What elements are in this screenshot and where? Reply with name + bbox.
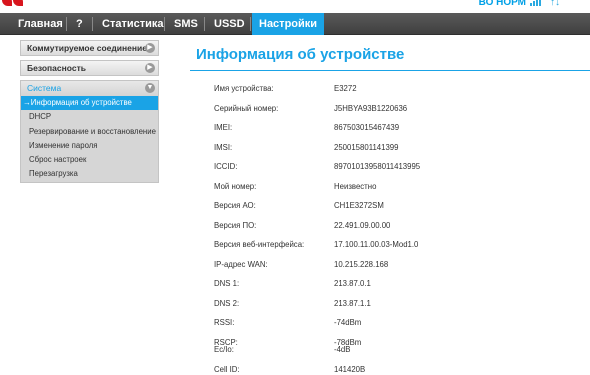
info-label: IMSI: <box>214 142 233 152</box>
tab-help[interactable]: ? <box>68 13 91 35</box>
info-value: E3272 <box>334 84 357 93</box>
sidebar-item-factory-reset[interactable]: Сброс настроек <box>21 153 158 167</box>
top-strip: ВО НОРМ ↑↓ <box>0 0 590 13</box>
main-navbar: Главная ? Статистика SMS USSD Настройки <box>0 13 590 35</box>
info-value: 213.87.1.1 <box>334 298 371 308</box>
info-label: Мой номер: <box>214 181 257 191</box>
info-value: 89701013958011413995 <box>334 162 421 171</box>
info-label: DNS 2: <box>214 298 240 308</box>
settings-sidebar: Коммутируемое соединение ▶ Безопасность … <box>20 40 159 183</box>
info-label: RSSI: <box>214 318 235 327</box>
sidebar-item-device-info[interactable]: →Информация об устройстве <box>21 96 158 111</box>
info-value: 141420B <box>334 365 366 374</box>
sidebar-item-backup-restore[interactable]: Резервирование и восстановление <box>21 125 158 139</box>
chevron-down-icon: ▼ <box>145 83 155 93</box>
info-label: DNS 1: <box>214 279 240 288</box>
tab-ussd[interactable]: USSD <box>206 13 253 35</box>
tab-settings[interactable]: Настройки <box>252 13 325 35</box>
info-value: 867503015467439 <box>334 123 400 132</box>
info-value: -4dB <box>334 345 351 354</box>
info-value: 213.87.0.1 <box>334 279 371 288</box>
info-value: 22.491.09.00.00 <box>334 220 391 230</box>
info-label: IP-адрес WAN: <box>214 259 268 269</box>
chevron-right-icon: ▶ <box>145 63 155 73</box>
sidebar-item-change-password[interactable]: Изменение пароля <box>21 139 158 153</box>
info-value: 10.215.228.168 <box>334 259 389 269</box>
sidebar-item-label: Безопасность <box>27 63 86 73</box>
tab-home[interactable]: Главная <box>10 13 71 35</box>
info-value: 17.100.11.00.03-Mod1.0 <box>334 240 419 249</box>
sidebar-group-system: Система ▼ →Информация об устройстве DHCP… <box>20 80 159 183</box>
connection-status-text: ВО НОРМ <box>478 0 526 8</box>
info-value: -74dBm <box>334 318 362 327</box>
info-value: J5HBYA93B1220636 <box>334 103 408 113</box>
up-down-arrows-icon: ↑↓ <box>550 0 560 8</box>
tab-sms[interactable]: SMS <box>166 13 206 35</box>
info-label: ICCID: <box>214 162 238 171</box>
sidebar-item-dialup[interactable]: Коммутируемое соединение ▶ <box>20 40 159 56</box>
info-label: Cell ID: <box>214 365 240 374</box>
sidebar-item-dhcp[interactable]: DHCP <box>21 110 158 124</box>
info-label: Ec/Io: <box>214 345 234 354</box>
tab-statistics[interactable]: Статистика <box>94 13 172 35</box>
info-label: Версия АО: <box>214 201 256 210</box>
title-divider <box>190 70 590 71</box>
chevron-right-icon: ▶ <box>145 43 155 53</box>
info-value: Неизвестно <box>334 181 377 191</box>
info-label: IMEI: <box>214 123 233 132</box>
info-label: Серийный номер: <box>214 103 279 113</box>
sidebar-item-reboot[interactable]: Перезагрузка <box>21 167 158 181</box>
page-title: Информация об устройстве <box>196 46 405 63</box>
sidebar-item-label: Система <box>27 83 62 93</box>
brand-logo <box>2 0 48 8</box>
info-label: Версия веб-интерфейса: <box>214 240 305 249</box>
sidebar-item-label: Коммутируемое соединение <box>27 43 147 53</box>
info-value: 250015801141399 <box>334 142 399 152</box>
info-label: Версия ПО: <box>214 220 257 230</box>
signal-strength-icon <box>530 0 544 6</box>
info-value: CH1E3272SM <box>334 201 384 210</box>
sidebar-item-system[interactable]: Система ▼ <box>21 81 158 96</box>
sidebar-item-security[interactable]: Безопасность ▶ <box>20 60 159 76</box>
info-label: Имя устройства: <box>214 84 274 93</box>
